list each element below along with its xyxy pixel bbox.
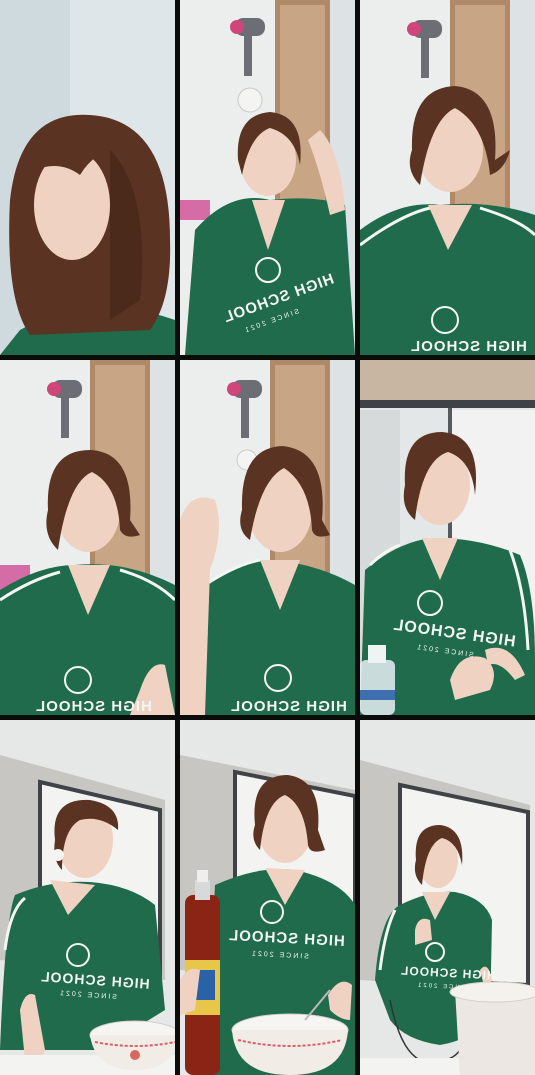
frame-8-image bbox=[180, 720, 355, 1075]
frame-3-image bbox=[360, 0, 535, 355]
frame-3: HIGH SCHOOL bbox=[360, 0, 535, 355]
frame-6: HIGH SCHOOL SINCE 2021 bbox=[360, 360, 535, 715]
frame-9: HIGH SCHOOL SINCE 2021 bbox=[360, 720, 535, 1075]
video-frame-grid: HIGH SCHOOL SINCE 2021 HIGH SCHOOL HIGH … bbox=[0, 0, 535, 1075]
frame-5-image bbox=[180, 360, 355, 715]
frame-5: HIGH SCHOOL bbox=[180, 360, 355, 715]
frame-7-image bbox=[0, 720, 175, 1075]
shirt-text-main: HIGH SCHOOL bbox=[410, 338, 527, 355]
frame-4-image bbox=[0, 360, 175, 715]
frame-1-image bbox=[0, 0, 175, 355]
frame-8: HIGH SCHOOL SINCE 2021 bbox=[180, 720, 355, 1075]
shirt-text-main: HIGH SCHOOL bbox=[230, 698, 347, 715]
shirt-text-main: HIGH SCHOOL bbox=[35, 698, 152, 715]
frame-7: HIGH SCHOOL SINCE 2021 bbox=[0, 720, 175, 1075]
frame-6-image bbox=[360, 360, 535, 715]
frame-4: HIGH SCHOOL bbox=[0, 360, 175, 715]
frame-2: HIGH SCHOOL SINCE 2021 bbox=[180, 0, 355, 355]
frame-9-image bbox=[360, 720, 535, 1075]
frame-1 bbox=[0, 0, 175, 355]
